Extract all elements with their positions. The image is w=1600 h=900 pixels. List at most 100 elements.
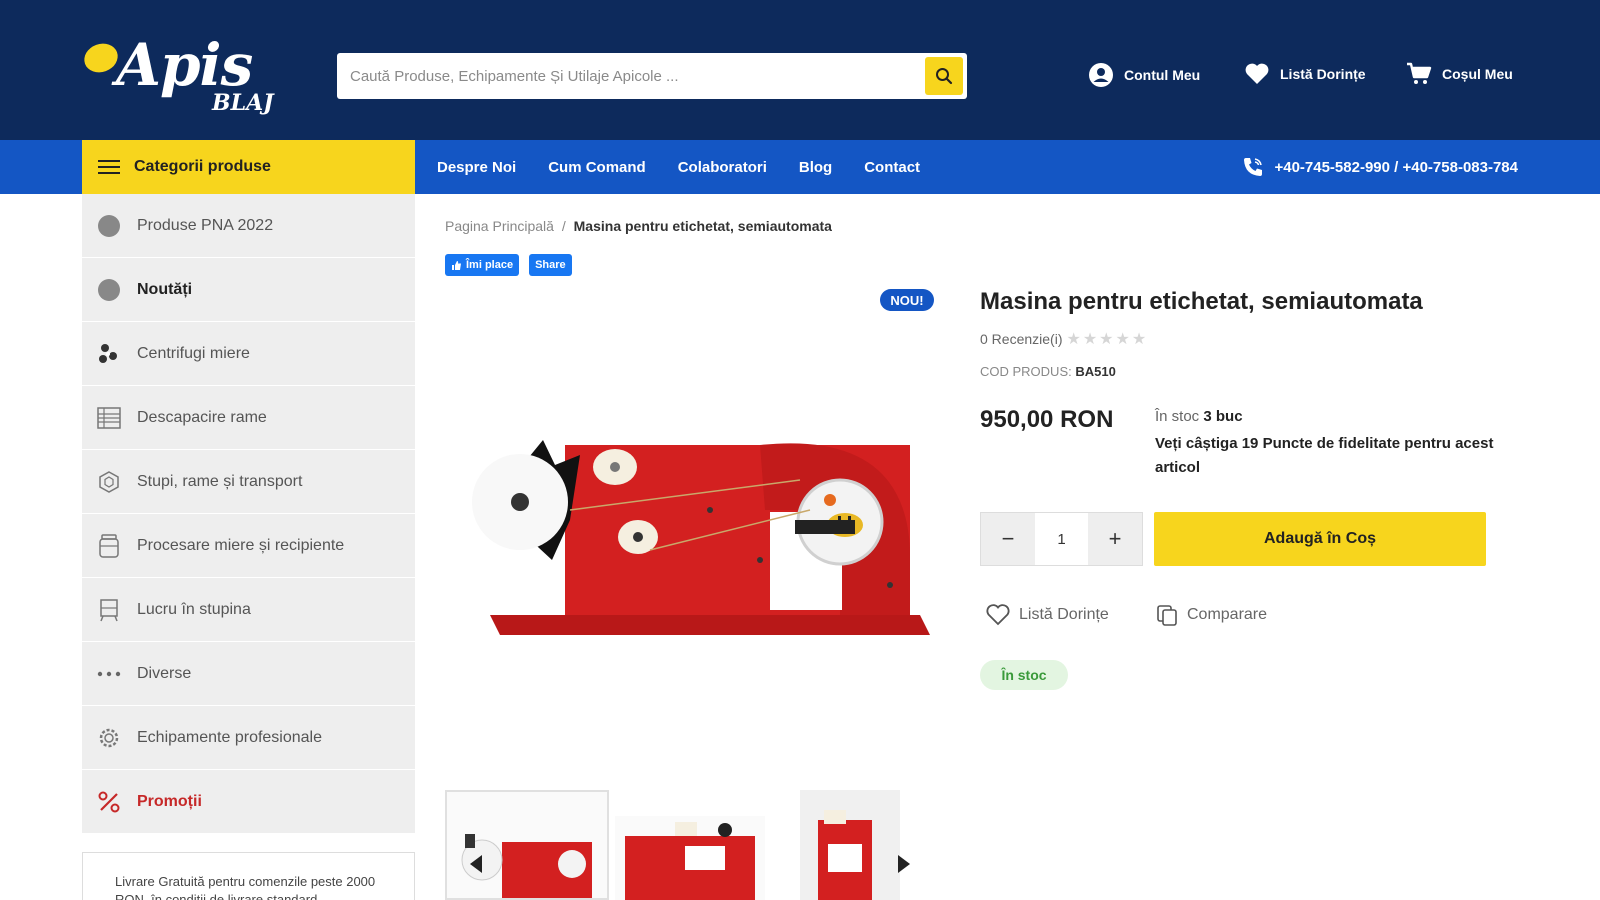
phone-icon [1244,158,1263,176]
thumbs-up-icon [452,260,461,270]
frame-grid-icon [97,406,121,430]
sidebar-item-label: Promoții [137,792,202,810]
sidebar-item-lucru[interactable]: Lucru în stupina [82,578,415,642]
wishlist-label: Listă Dorințe [1280,66,1366,82]
stock-prefix: În stoc [1155,408,1200,425]
search-button[interactable] [925,57,963,95]
nav-link-blog[interactable]: Blog [799,159,832,176]
product-code: COD PRODUS: BA510 [980,364,1116,379]
in-stock-badge: În stoc [980,660,1068,690]
compare-link-label: Comparare [1187,606,1268,623]
wishlist-link-label: Listă Dorințe [1019,606,1109,623]
site-header: Apis BLAJ Contul Meu Listă Dorințe [0,0,1600,140]
sidebar-item-noutati[interactable]: Noutăți [82,258,415,322]
categories-label: Categorii produse [134,158,271,175]
quantity-increase-button[interactable]: + [1088,513,1142,565]
search-input[interactable] [337,53,917,99]
sidebar-item-diverse[interactable]: Diverse [82,642,415,706]
facebook-like-label: Îmi place [466,259,514,271]
thumbnail-image [461,834,592,898]
categories-button[interactable]: Categorii produse [82,140,415,194]
thumbnail-next-arrow[interactable] [898,855,910,873]
cart-label: Coșul Meu [1442,66,1513,82]
nav-link-cum-comand[interactable]: Cum Comand [548,159,646,176]
breadcrumb-home[interactable]: Pagina Principală [445,218,554,234]
star-rating-icon: ★★★★★ [1066,331,1149,348]
sidebar-item-label: Procesare miere și recipiente [137,536,345,554]
hive-stand-icon [97,598,121,622]
circle-icon [97,214,121,238]
user-icon [1089,63,1113,87]
product-reviews[interactable]: 0 Recenzie(i) ★★★★★ [980,329,1148,349]
sidebar-item-centrifugi[interactable]: Centrifugi miere [82,322,415,386]
nav-link-despre-noi[interactable]: Despre Noi [437,159,516,176]
main-navbar: Categorii produse Despre Noi Cum Comand … [0,140,1600,194]
add-to-cart-button[interactable]: Adaugă în Coș [1154,512,1486,566]
stock-info: În stoc 3 buc [1155,408,1243,425]
account-link[interactable]: Contul Meu [1088,62,1200,88]
loyalty-points-text: Veți câștiga 19 Puncte de fidelitate pen… [1155,435,1494,476]
breadcrumb-current: Masina pentru etichetat, semiautomata [573,218,832,234]
free-delivery-notice: Livrare Gratuită pentru comenzile peste … [82,852,415,900]
add-to-wishlist-link[interactable]: Listă Dorințe [985,603,1109,627]
thumbnail-image [800,790,900,900]
sidebar-item-label: Diverse [137,664,192,682]
quantity-decrease-button[interactable]: − [981,513,1035,565]
hive-icon [97,470,121,494]
sidebar-item-label: Lucru în stupina [137,600,251,618]
breadcrumb: Pagina Principală / Masina pentru etiche… [445,218,832,234]
sidebar-item-procesare[interactable]: Procesare miere și recipiente [82,514,415,578]
sidebar-item-label: Stupi, rame și transport [137,472,303,490]
account-label: Contul Meu [1124,67,1201,83]
compare-icon [1157,605,1177,626]
circle-icon [97,278,121,302]
hamburger-icon [98,160,120,174]
new-badge: NOU! [880,289,934,311]
sidebar-item-label: Descapacire rame [137,408,267,426]
review-count: 0 Recenzie(i) [980,331,1063,347]
jar-icon [97,533,121,558]
sidebar-item-promotii[interactable]: Promoții [82,770,415,834]
thumbnail-3[interactable] [800,790,900,900]
search-icon [936,68,953,85]
heart-icon [1245,63,1269,84]
sidebar-item-stupi[interactable]: Stupi, rame și transport [82,450,415,514]
sidebar-item-label: Noutăți [137,280,193,298]
centrifuge-icon [97,342,121,366]
nav-links: Despre Noi Cum Comand Colaboratori Blog … [437,140,920,194]
nav-link-colaboratori[interactable]: Colaboratori [678,159,767,176]
quantity-input[interactable] [1035,513,1088,565]
social-buttons: Îmi place Share [445,254,572,276]
sidebar-item-label: Echipamente profesionale [137,728,323,746]
sidebar-item-label: Centrifugi miere [137,344,250,362]
compare-link[interactable]: Comparare [1155,603,1267,627]
nav-link-contact[interactable]: Contact [864,159,920,176]
thumbnail-prev-arrow[interactable] [470,855,482,873]
logo-text: Apis [116,31,253,99]
product-main-image[interactable] [440,400,940,650]
wishlist-link[interactable]: Listă Dorințe [1244,62,1366,86]
sidebar-item-echipamente[interactable]: Echipamente profesionale [82,706,415,770]
percent-icon [97,790,121,814]
product-title: Masina pentru etichetat, semiautomata [980,288,1423,315]
site-logo[interactable]: Apis BLAJ [80,31,284,118]
product-price: 950,00 RON [980,406,1114,433]
product-code-value: BA510 [1075,364,1116,379]
heart-outline-icon [986,604,1010,626]
facebook-share-button[interactable]: Share [529,254,572,276]
logo-subtitle: BLAJ [212,90,274,116]
thumbnail-image [625,822,755,900]
dots-icon [97,662,121,686]
facebook-like-button[interactable]: Îmi place [445,254,520,276]
product-code-label: COD PRODUS: [980,364,1072,379]
breadcrumb-separator: / [561,218,566,234]
phone-contact[interactable]: +40-745-582-990 / +40-758-083-784 [1242,140,1518,194]
thumbnail-1[interactable] [445,790,609,900]
sidebar-item-label: Produse PNA 2022 [137,216,274,234]
category-sidebar: Produse PNA 2022 Noutăți Centrifugi mier… [82,194,415,834]
sidebar-item-descapacire[interactable]: Descapacire rame [82,386,415,450]
sidebar-item-produse-pna[interactable]: Produse PNA 2022 [82,194,415,258]
cart-link[interactable]: Coșul Meu [1406,62,1513,86]
thumbnail-2[interactable] [615,816,765,900]
phone-numbers: +40-745-582-990 / +40-758-083-784 [1274,158,1518,176]
